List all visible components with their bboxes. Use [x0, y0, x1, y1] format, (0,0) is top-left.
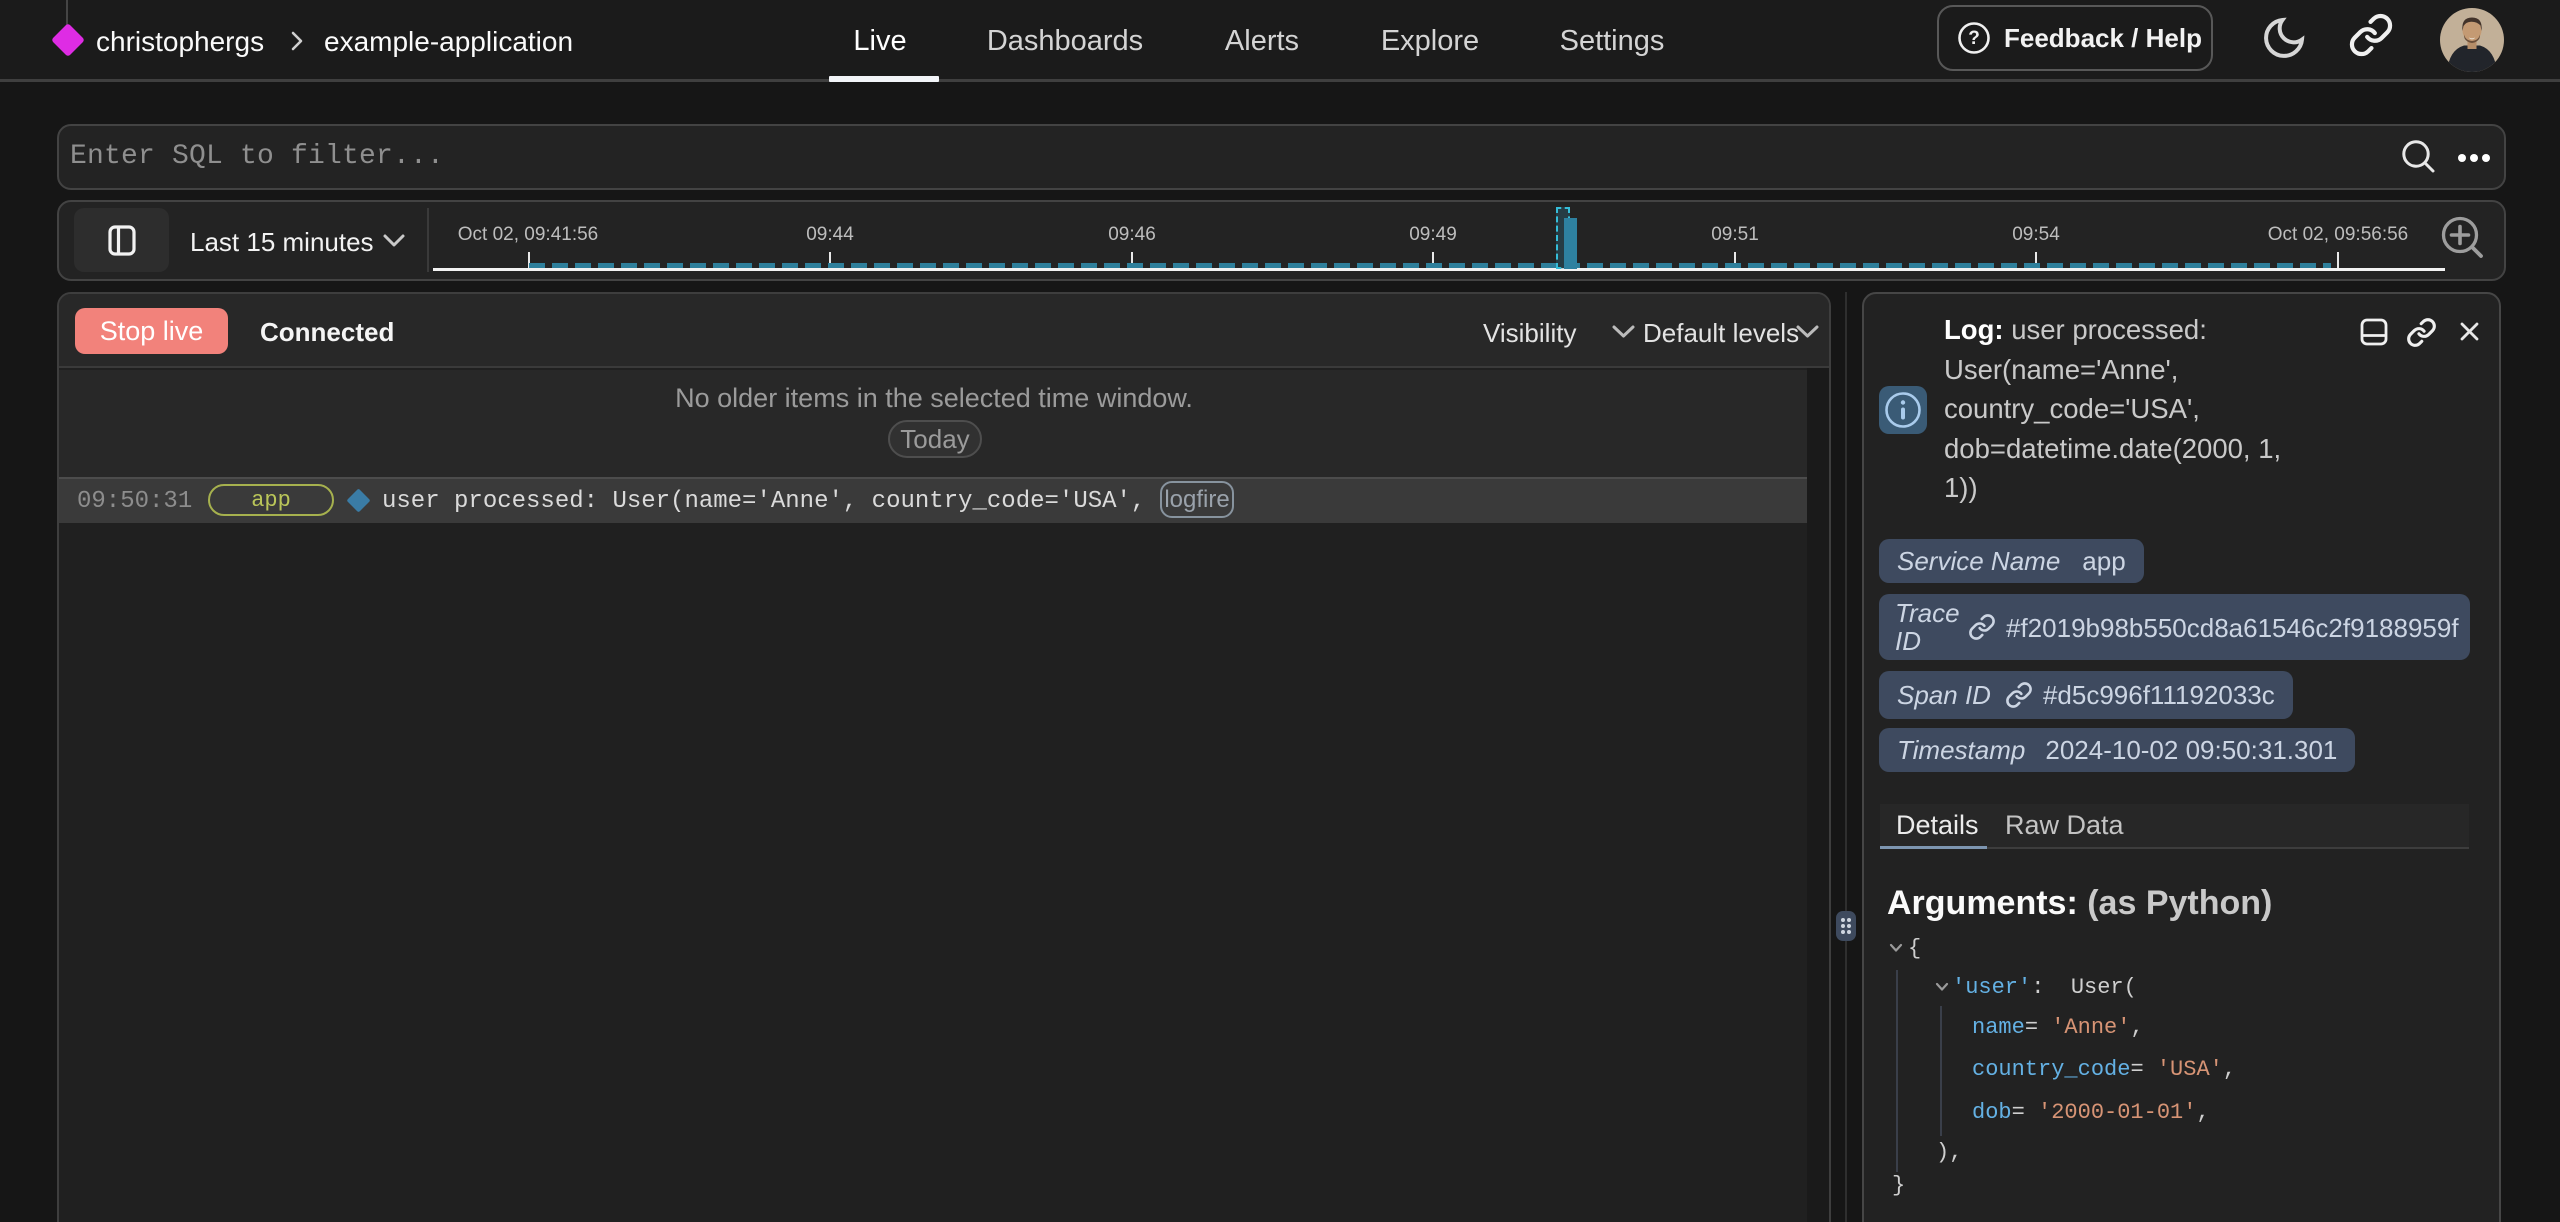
svg-text:?: ?: [1968, 28, 1980, 49]
